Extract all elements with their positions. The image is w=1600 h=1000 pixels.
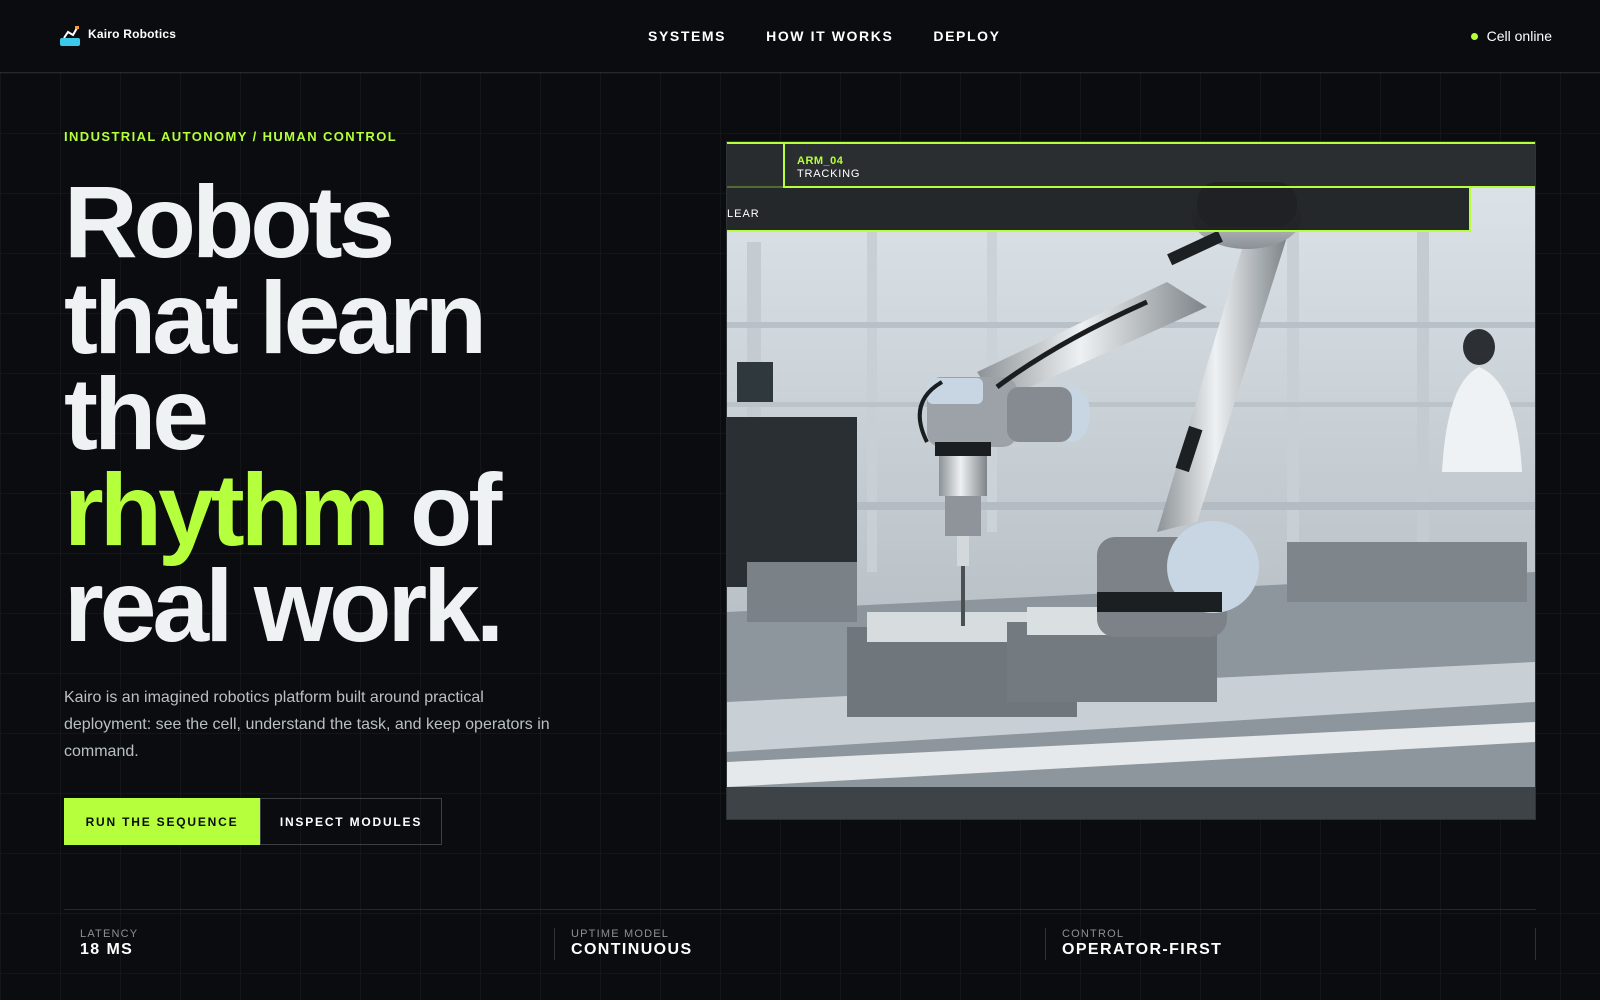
headline-line-5: real work.: [64, 549, 504, 663]
cell-status: Cell online: [1470, 28, 1552, 44]
inspect-modules-button[interactable]: INSPECT MODULES: [260, 798, 442, 845]
stat-uptime-label: UPTIME MODEL: [571, 928, 670, 940]
hud-arm-label: ARM_04: [797, 155, 844, 167]
hud-arm-state: TRACKING: [797, 168, 861, 180]
run-sequence-button[interactable]: RUN THE SEQUENCE: [64, 798, 260, 845]
headline-line-2: that learn: [64, 261, 487, 375]
brand-logo[interactable]: Kairo Robotics: [60, 26, 176, 46]
headline-line-3: the: [64, 357, 209, 471]
robot-cell-image: ARM_04 TRACKING LEAR: [726, 141, 1536, 820]
hero-description: Kairo is an imagined robotics platform b…: [64, 689, 550, 760]
stat-latency-label: LATENCY: [80, 928, 139, 940]
stat-control-label: CONTROL: [1062, 928, 1125, 940]
brand-name: Kairo Robotics: [88, 27, 177, 41]
hud-status-bar: LEAR: [727, 188, 1471, 232]
main-nav: SYSTEMS HOW IT WORKS DEPLOY: [648, 28, 1041, 44]
stat-uptime-value: CONTINUOUS: [571, 941, 693, 958]
hero-eyebrow: INDUSTRIAL AUTONOMY / HUMAN CONTROL: [64, 129, 398, 144]
headline-line-1: Robots: [64, 165, 395, 279]
nav-how-it-works[interactable]: HOW IT WORKS: [766, 28, 893, 44]
headline-line-4: rhythm of: [64, 459, 704, 561]
tracking-hud: ARM_04 TRACKING: [727, 142, 1535, 188]
robot-arm-logo-icon: [60, 26, 80, 46]
site-header: Kairo Robotics SYSTEMS HOW IT WORKS DEPL…: [0, 0, 1600, 73]
stat-uptime-model: UPTIME MODEL CONTINUOUS: [555, 928, 693, 960]
hud-bar-text: LEAR: [727, 208, 760, 220]
stat-latency-value: 18 MS: [80, 941, 134, 958]
hud-corner: [727, 144, 785, 188]
stat-latency: LATENCY 18 MS: [64, 928, 138, 960]
hero-headline: Robots that learn the rhythm of real wor…: [64, 165, 704, 663]
status-text: Cell online: [1486, 28, 1552, 44]
status-dot-icon: [1470, 32, 1478, 40]
factory-robot-arm-illustration: [727, 142, 1535, 819]
stat-control-value: OPERATOR-FIRST: [1062, 941, 1223, 958]
brand-tagline-mark: [88, 42, 176, 45]
stat-control: CONTROL OPERATOR-FIRST: [1046, 928, 1222, 960]
stat-divider: [1535, 928, 1536, 960]
nav-systems[interactable]: SYSTEMS: [648, 28, 726, 44]
nav-deploy[interactable]: DEPLOY: [933, 28, 1000, 44]
stats-divider-line: [64, 909, 1536, 910]
